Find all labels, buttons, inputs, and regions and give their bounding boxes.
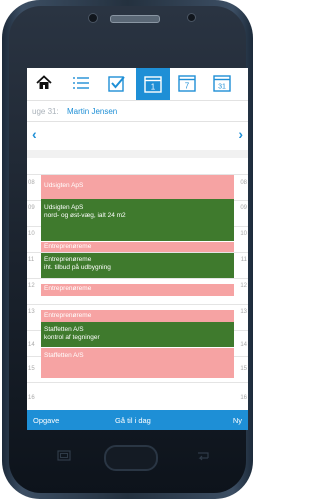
event-title: Entreprenøreme: [44, 256, 92, 263]
hour-label-right: 15: [240, 366, 247, 372]
calendar-event[interactable]: Udsigten ApS nord- og øst-væg, ialt 24 m…: [41, 199, 234, 241]
event-detail: iht. tilbud på udbygning: [44, 264, 111, 271]
hour-row: 12 12: [27, 278, 248, 289]
app-screen: 1 7 31 uge 31: Martin Jensen ‹ › 08 08 09…: [27, 68, 248, 430]
event-title: Entreprenøreme: [44, 312, 92, 319]
hardware-keys: [0, 441, 255, 471]
calendar-7-icon[interactable]: 7: [176, 72, 198, 94]
hour-label-right: 11: [240, 257, 247, 263]
calendar-event[interactable]: Entreprenøreme: [41, 310, 234, 322]
task-button[interactable]: Opgave: [33, 416, 59, 425]
calendar-event[interactable]: Udsigten ApS: [41, 175, 234, 199]
calendar-31-label: 31: [218, 84, 226, 91]
event-title: Entreprenøreme: [44, 243, 92, 250]
event-title: Staffetten A/S: [44, 326, 84, 333]
recent-apps-icon[interactable]: [57, 450, 71, 461]
event-detail: nord- og øst-væg, ialt 24 m2: [44, 212, 126, 219]
hour-label-left: 11: [28, 257, 35, 263]
event-title: Udsigten ApS: [44, 182, 84, 189]
prev-day-chevron-icon[interactable]: ‹: [32, 126, 37, 142]
home-button[interactable]: [104, 445, 158, 471]
hour-label-right: 08: [240, 180, 247, 186]
back-icon[interactable]: [196, 450, 210, 461]
new-button[interactable]: Ny: [233, 416, 242, 425]
hour-label-right: 13: [240, 309, 247, 315]
week-number: uge 31:: [32, 107, 59, 116]
hour-label-left: 12: [28, 283, 35, 289]
hour-label-right: 10: [240, 231, 247, 237]
hour-label-left: 08: [28, 180, 35, 186]
list-icon[interactable]: [70, 72, 92, 94]
bottom-action-bar: Opgave Gå til i dag Ny: [27, 410, 248, 430]
tab-day-view[interactable]: 1: [136, 68, 170, 100]
event-title: Udsigten ApS: [44, 204, 84, 211]
sensor-icon: [187, 13, 196, 22]
calendar-event[interactable]: Staffetten A/S: [41, 348, 234, 378]
week-header: uge 31: Martin Jensen: [27, 100, 248, 122]
calendar-7-label: 7: [185, 82, 190, 91]
event-detail: kontrol af tegninger: [44, 334, 100, 341]
earpiece-speaker: [110, 15, 160, 23]
event-title: Entreprenøreme: [44, 285, 92, 292]
calendar-event[interactable]: Entreprenøreme: [41, 284, 234, 296]
hour-row: 16 16: [27, 382, 248, 401]
next-day-chevron-icon[interactable]: ›: [238, 126, 243, 142]
calendar-event[interactable]: Entreprenøreme: [41, 242, 234, 252]
calendar-31-icon[interactable]: 31: [211, 72, 233, 94]
employee-name[interactable]: Martin Jensen: [67, 107, 117, 116]
check-icon[interactable]: [105, 72, 127, 94]
home-icon[interactable]: [33, 72, 55, 94]
hour-label-left: 15: [28, 366, 35, 372]
event-title: Staffetten A/S: [44, 352, 84, 359]
calendar-event[interactable]: Entreprenøreme iht. tilbud på udbygning: [41, 253, 234, 278]
calendar-event[interactable]: Staffetten A/S kontrol af tegninger: [41, 322, 234, 347]
hour-label-left: 10: [28, 231, 35, 237]
hour-label-right: 12: [240, 283, 247, 289]
hour-label-left: 16: [28, 395, 35, 401]
go-to-today-button[interactable]: Gå til i dag: [115, 416, 151, 425]
hour-row: 13 13: [27, 304, 248, 315]
front-camera-icon: [88, 13, 98, 23]
hour-label-left: 09: [28, 205, 35, 211]
hour-label-left: 14: [28, 342, 35, 348]
hour-label-left: 13: [28, 309, 35, 315]
hour-label-right: 14: [240, 342, 247, 348]
hour-label-right: 09: [240, 205, 247, 211]
all-day-strip: [27, 150, 248, 158]
day-navigation: ‹ ›: [27, 122, 248, 150]
calendar-1-label: 1: [151, 83, 156, 92]
top-toolbar: 1 7 31: [27, 68, 248, 100]
hour-label-right: 16: [240, 395, 247, 401]
